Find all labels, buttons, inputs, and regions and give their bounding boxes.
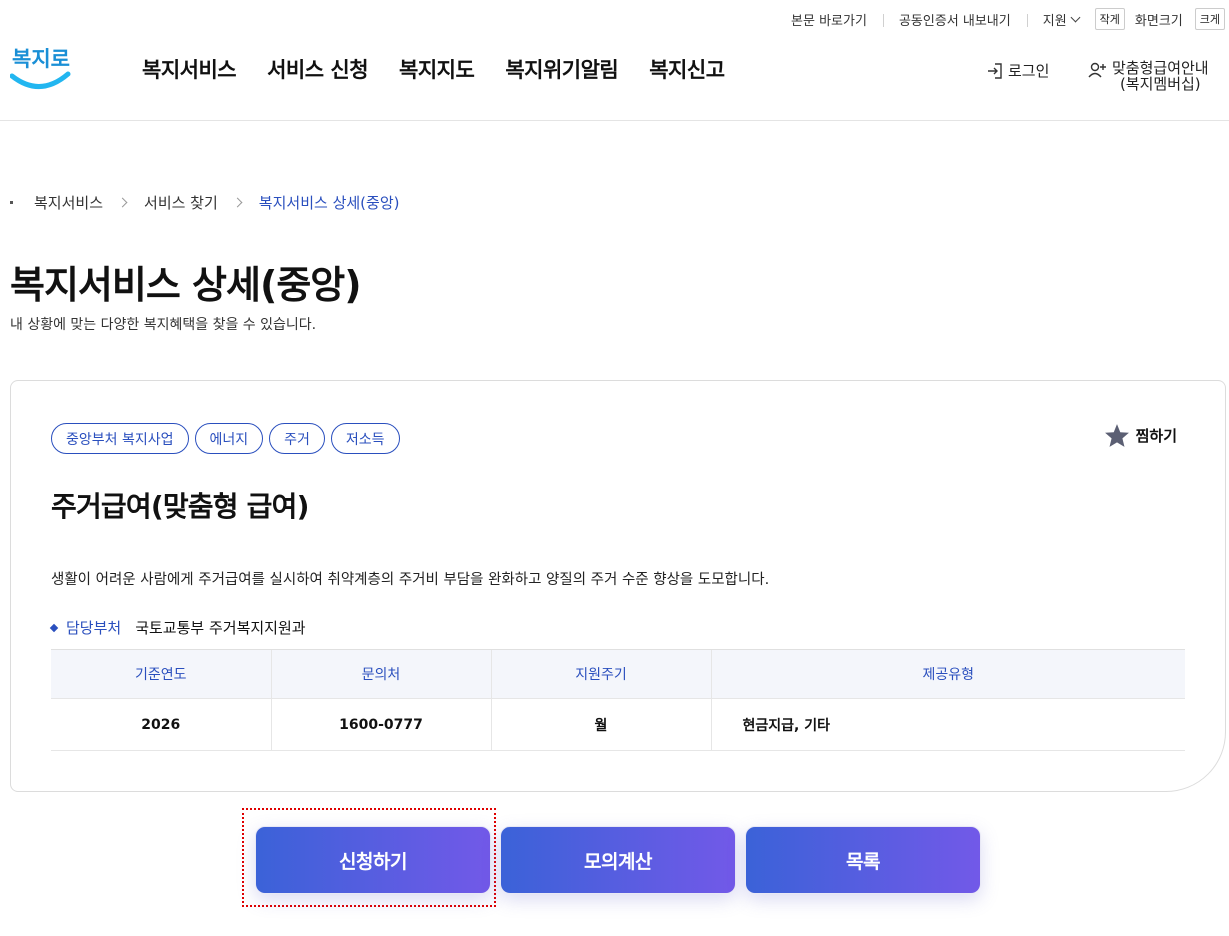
logo-text: 복지로 bbox=[12, 47, 70, 71]
nav-welfare-map[interactable]: 복지지도 bbox=[399, 54, 475, 84]
font-large-button[interactable]: 크게 bbox=[1194, 8, 1225, 30]
service-detail-card: 중앙부처 복지사업 에너지 주거 저소득 찜하기 주거급여(맞춤형 급여) 생활… bbox=[10, 380, 1226, 792]
custom-benefit-link[interactable]: 맞춤형급여안내 (복지멤버십) bbox=[1088, 60, 1209, 92]
breadcrumb-item-welfare-service[interactable]: 복지서비스 bbox=[34, 192, 103, 213]
simulate-button[interactable]: 모의계산 bbox=[500, 826, 736, 894]
cell-contact: 1600-0777 bbox=[270, 698, 491, 751]
header-divider bbox=[0, 120, 1229, 121]
department-label: 담당부처 bbox=[66, 619, 122, 637]
diamond-bullet-icon bbox=[49, 623, 59, 632]
login-icon bbox=[988, 62, 1002, 79]
cell-support-cycle: 월 bbox=[490, 698, 711, 751]
department-value: 국토교통부 주거복지지원과 bbox=[135, 619, 306, 637]
breadcrumb: 복지서비스 서비스 찾기 복지서비스 상세(중앙) bbox=[10, 192, 399, 213]
apply-button[interactable]: 신청하기 bbox=[255, 826, 491, 894]
table-header-provision-type: 제공유형 bbox=[710, 649, 1185, 699]
breadcrumb-item-service-search[interactable]: 서비스 찾기 bbox=[144, 192, 218, 213]
list-button[interactable]: 목록 bbox=[745, 826, 981, 894]
tag-housing[interactable]: 주거 bbox=[269, 423, 325, 454]
cell-base-year: 2026 bbox=[51, 698, 271, 751]
font-small-button[interactable]: 작게 bbox=[1094, 8, 1125, 30]
login-label: 로그인 bbox=[1008, 62, 1050, 80]
table-row: 2026 1600-0777 월 현금지급, 기타 bbox=[51, 698, 1185, 751]
table-header-row: 기준연도 문의처 지원주기 제공유형 bbox=[51, 649, 1185, 699]
custom-benefit-label: 맞춤형급여안내 (복지멤버십) bbox=[1112, 60, 1209, 92]
login-link[interactable]: 로그인 bbox=[986, 60, 1049, 81]
table-header-contact: 문의처 bbox=[270, 649, 491, 699]
chevron-right-icon bbox=[117, 197, 128, 208]
department-info: 담당부처 국토교통부 주거복지지원과 bbox=[49, 617, 306, 638]
custom-benefit-line2: (복지멤버십) bbox=[1119, 75, 1201, 93]
tag-central-ministry[interactable]: 중앙부처 복지사업 bbox=[51, 423, 189, 454]
service-info-table: 기준연도 문의처 지원주기 제공유형 2026 1600-0777 월 현금지급… bbox=[51, 649, 1185, 751]
user-add-icon bbox=[1088, 62, 1106, 78]
nav-service-apply[interactable]: 서비스 신청 bbox=[267, 54, 368, 84]
cell-provision-type: 현금지급, 기타 bbox=[710, 698, 1185, 751]
page-title: 복지서비스 상세(중앙) bbox=[10, 263, 362, 307]
chevron-right-icon bbox=[232, 197, 243, 208]
service-description: 생활이 어려운 사람에게 주거급여를 실시하여 취약계층의 주거비 부담을 완화… bbox=[51, 572, 770, 588]
main-navigation: 복지서비스 서비스 신청 복지지도 복지위기알림 복지신고 bbox=[142, 54, 756, 84]
language-select[interactable]: 지원 bbox=[1026, 10, 1091, 29]
table-header-support-cycle: 지원주기 bbox=[490, 649, 711, 699]
favorite-label: 찜하기 bbox=[1135, 428, 1177, 445]
star-icon bbox=[1104, 424, 1129, 447]
nav-crisis-alert[interactable]: 복지위기알림 bbox=[505, 54, 618, 84]
skip-to-content-link[interactable]: 본문 바로가기 bbox=[775, 10, 883, 29]
page-description: 내 상황에 맞는 다양한 복지혜택을 찾을 수 있습니다. bbox=[10, 317, 317, 333]
tag-low-income[interactable]: 저소득 bbox=[330, 423, 400, 454]
bokjiro-logo[interactable]: 복지로 bbox=[9, 38, 72, 94]
service-title: 주거급여(맞춤형 급여) bbox=[51, 490, 309, 523]
home-bullet-icon bbox=[10, 201, 13, 204]
breadcrumb-item-current: 복지서비스 상세(중앙) bbox=[258, 194, 400, 212]
tag-energy[interactable]: 에너지 bbox=[194, 423, 264, 454]
table-header-base-year: 기준연도 bbox=[51, 649, 271, 699]
language-label: 지원 bbox=[1042, 13, 1067, 29]
tag-list: 중앙부처 복지사업 에너지 주거 저소득 bbox=[51, 423, 400, 454]
nav-welfare-service[interactable]: 복지서비스 bbox=[142, 54, 237, 84]
chevron-down-icon bbox=[1070, 12, 1081, 22]
utility-bar: 본문 바로가기 공동인증서 내보내기 지원 작게 화면크기 크게 bbox=[775, 8, 1225, 30]
logo-icon: 복지로 bbox=[9, 47, 71, 89]
font-size-label: 화면크기 bbox=[1134, 13, 1183, 29]
cert-export-link[interactable]: 공동인증서 내보내기 bbox=[882, 10, 1027, 29]
nav-welfare-report[interactable]: 복지신고 bbox=[649, 54, 725, 84]
favorite-button[interactable]: 찜하기 bbox=[1104, 423, 1177, 448]
